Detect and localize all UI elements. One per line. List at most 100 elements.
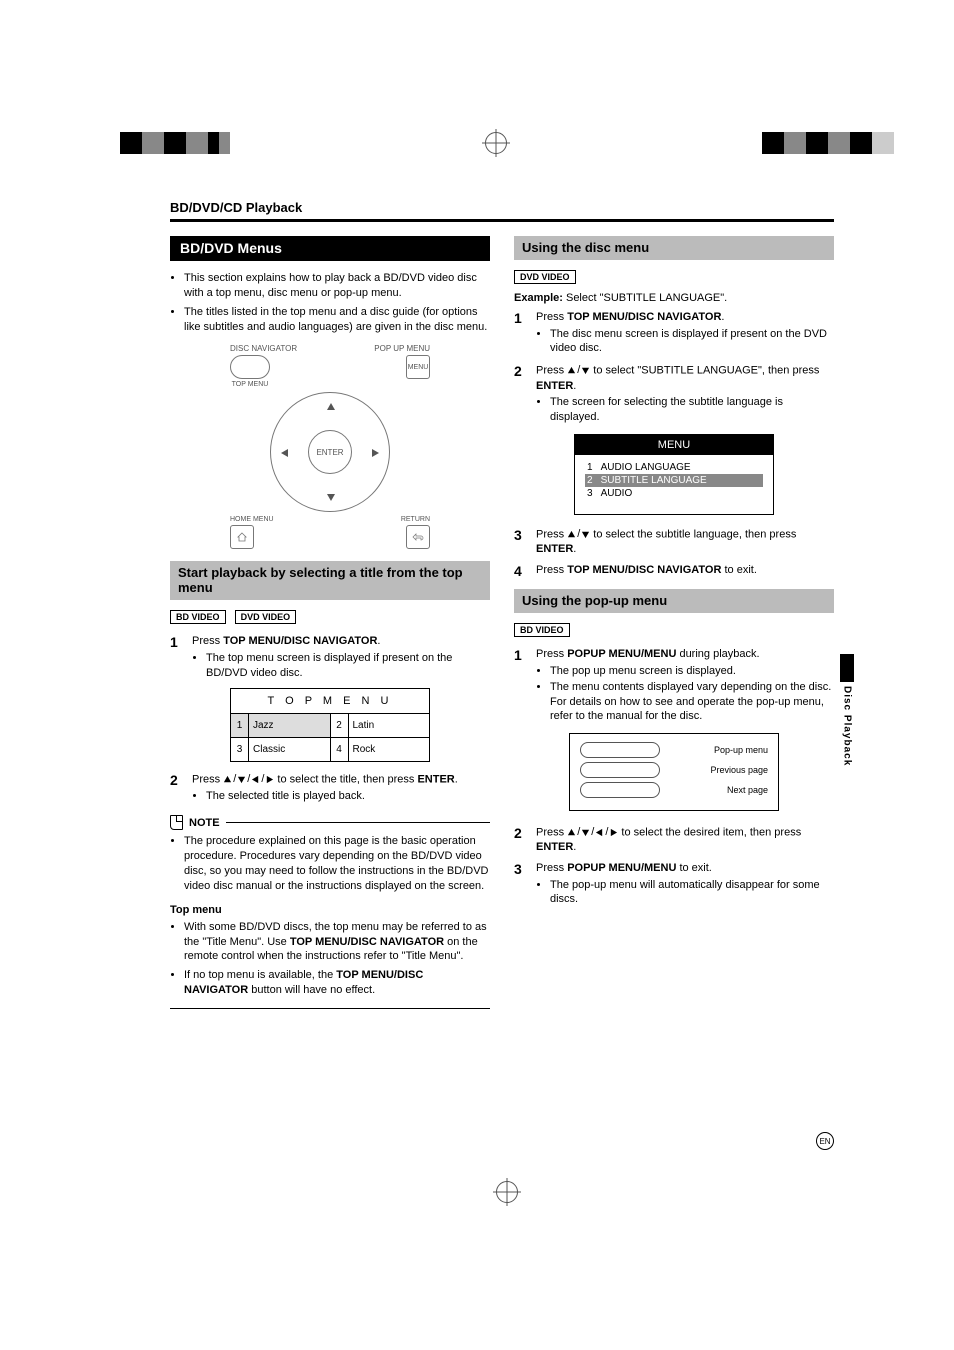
popup-menu-diagram: Pop-up menu Previous page Next page [569, 733, 779, 811]
step: 1 Press TOP MENU/DISC NAVIGATOR. The dis… [514, 310, 834, 357]
note-icon [170, 815, 183, 830]
step-body: Press TOP MENU/DISC NAVIGATOR to exit. [536, 563, 834, 579]
page-title: BD/DVD/CD Playback [170, 200, 834, 215]
paragraph-heading: Top menu [170, 904, 490, 916]
step-number: 2 [170, 772, 192, 805]
list-item: If no top menu is available, the TOP MEN… [184, 968, 490, 998]
home-menu-button[interactable] [230, 525, 254, 549]
example-line: Example: Select "SUBTITLE LANGUAGE". [514, 292, 834, 304]
arrow-icons: /// [223, 772, 274, 787]
step-body: Press TOP MENU/DISC NAVIGATOR. The disc … [536, 310, 834, 357]
arrow-up-icon [325, 401, 337, 413]
top-menu-title: T O P M E N U [231, 689, 429, 714]
list-item: The titles listed in the top menu and a … [184, 305, 490, 335]
list-item: The procedure explained on this page is … [184, 834, 490, 893]
divider [170, 1008, 490, 1009]
remote-label: DISC NAVIGATOR [230, 344, 297, 353]
remote-diagram: DISC NAVIGATOR POP UP MENU TOP MENU MENU [230, 344, 430, 549]
step-number: 3 [514, 861, 536, 908]
menu-item[interactable]: Pop-up menu [580, 742, 768, 758]
menu-item[interactable]: 1 Jazz [231, 714, 330, 737]
list-item: The selected title is played back. [206, 789, 490, 803]
step: 4 Press TOP MENU/DISC NAVIGATOR to exit. [514, 563, 834, 579]
crosshair-icon [493, 1178, 521, 1206]
badge-bd-video: BD VIDEO [170, 610, 226, 624]
step-number: 1 [514, 310, 536, 357]
list-item: The pop up menu screen is displayed. [550, 664, 834, 678]
menu-item[interactable]: Previous page [580, 762, 768, 778]
top-menu-button[interactable] [230, 355, 270, 379]
home-icon [237, 532, 247, 542]
arrow-icons: /// [567, 825, 618, 840]
menu-item[interactable]: 2 Latin [330, 714, 430, 737]
subsection-heading: Using the disc menu [514, 236, 834, 260]
menu-item[interactable]: 3 Classic [231, 738, 330, 761]
remote-label: HOME MENU [230, 516, 274, 523]
list-item: The menu contents displayed vary dependi… [550, 680, 834, 723]
enter-button[interactable]: ENTER [308, 430, 352, 474]
step: 2 Press /// to select the desired item, … [514, 825, 834, 855]
subsection-heading: Start playback by selecting a title from… [170, 561, 490, 600]
right-column: Using the disc menu DVD VIDEO Example: S… [514, 236, 834, 1009]
section-heading: BD/DVD Menus [170, 236, 490, 261]
step-number: 3 [514, 527, 536, 557]
menu-item[interactable]: Next page [580, 782, 768, 798]
menu-item[interactable]: 3 AUDIO [585, 487, 763, 500]
menu-button[interactable]: MENU [406, 355, 430, 379]
section-tab: Disc Playback [840, 654, 854, 766]
return-button[interactable] [406, 525, 430, 549]
badge-dvd-video: DVD VIDEO [514, 270, 576, 284]
arrow-right-icon [369, 447, 381, 459]
step-number: 2 [514, 825, 536, 855]
page-marker: EN [816, 1132, 834, 1150]
subsection-heading: Using the pop-up menu [514, 589, 834, 613]
top-menu-bullets: With some BD/DVD discs, the top menu may… [170, 920, 490, 998]
badge-dvd-video: DVD VIDEO [235, 610, 297, 624]
step: 1 Press TOP MENU/DISC NAVIGATOR. The top… [170, 634, 490, 681]
arrow-left-icon [279, 447, 291, 459]
menu-item[interactable]: 1 AUDIO LANGUAGE [585, 461, 763, 474]
remote-label: POP UP MENU [374, 344, 430, 353]
step-body: Press / to select "SUBTITLE LANGUAGE", t… [536, 363, 834, 426]
step-body: Press / to select the subtitle language,… [536, 527, 834, 557]
step-body: Press POPUP MENU/MENU to exit. The pop-u… [536, 861, 834, 908]
remote-label: RETURN [401, 516, 430, 523]
note-label: NOTE [189, 817, 220, 829]
registration-marks-bottom [120, 1179, 894, 1205]
list-item: The disc menu screen is displayed if pre… [550, 327, 834, 356]
list-item: The pop-up menu will automatically disap… [550, 878, 834, 907]
color-blocks-left [120, 132, 230, 154]
list-item: With some BD/DVD discs, the top menu may… [184, 920, 490, 965]
step-body: Press /// to select the title, then pres… [192, 772, 490, 805]
crosshair-icon [482, 129, 510, 157]
dpad[interactable]: ENTER [270, 392, 390, 512]
step-body: Press TOP MENU/DISC NAVIGATOR. The top m… [192, 634, 490, 681]
content-columns: BD/DVD Menus This section explains how t… [170, 236, 834, 1009]
step: 1 Press POPUP MENU/MENU during playback.… [514, 647, 834, 725]
menu-item[interactable]: 4 Rock [330, 738, 430, 761]
page: BD/DVD/CD Playback BD/DVD Menus This sec… [0, 0, 954, 1350]
arrow-icons: / [567, 527, 590, 542]
return-icon [412, 533, 424, 541]
intro-bullets: This section explains how to play back a… [170, 271, 490, 334]
divider [170, 219, 834, 222]
step-number: 1 [170, 634, 192, 681]
list-item: The top menu screen is displayed if pres… [206, 651, 490, 680]
arrow-down-icon [325, 491, 337, 503]
list-item: The screen for selecting the subtitle la… [550, 395, 834, 424]
disc-menu-diagram: MENU 1 AUDIO LANGUAGE 2 SUBTITLE LANGUAG… [574, 434, 774, 515]
tab-label: Disc Playback [842, 686, 853, 766]
badge-bd-video: BD VIDEO [514, 623, 570, 637]
arrow-icons: / [567, 363, 590, 378]
step: 3 Press POPUP MENU/MENU to exit. The pop… [514, 861, 834, 908]
registration-marks-top [120, 130, 894, 156]
step-body: Press /// to select the desired item, th… [536, 825, 834, 855]
step-number: 2 [514, 363, 536, 426]
step-number: 4 [514, 563, 536, 579]
top-menu-diagram: T O P M E N U 1 Jazz 2 Latin 3 Classic [230, 688, 430, 762]
step-body: Press POPUP MENU/MENU during playback. T… [536, 647, 834, 725]
note-heading: NOTE [170, 815, 490, 830]
note-bullets: The procedure explained on this page is … [170, 834, 490, 893]
remote-label: TOP MENU [230, 381, 270, 388]
menu-item-selected[interactable]: 2 SUBTITLE LANGUAGE [585, 474, 763, 487]
